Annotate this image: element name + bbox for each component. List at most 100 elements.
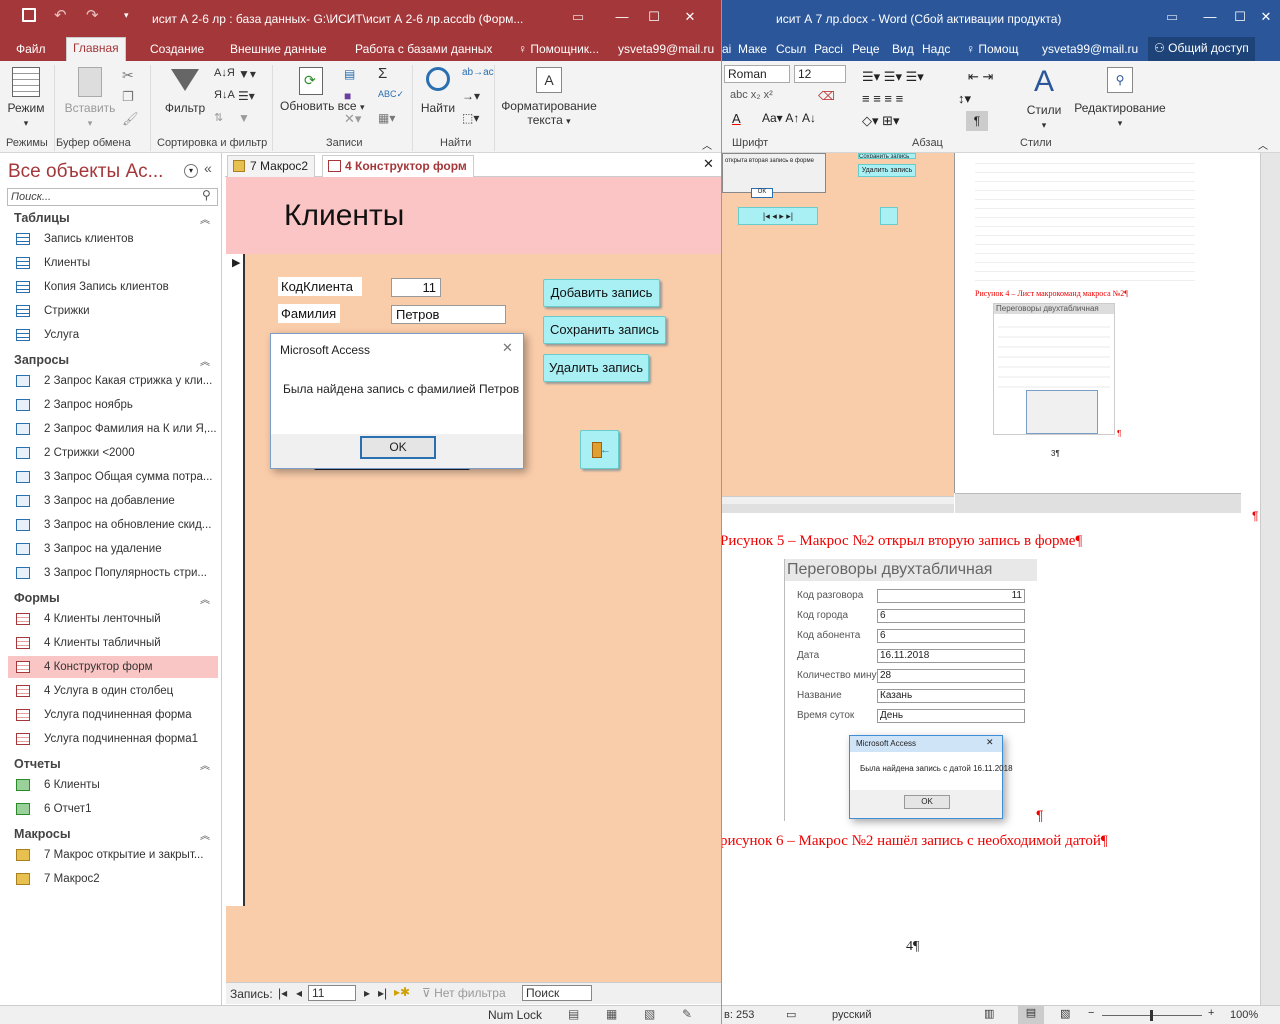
nav-item[interactable]: 3 Запрос Популярность стри...	[8, 562, 218, 584]
word-count[interactable]: в: 253	[724, 1009, 754, 1021]
nav-item[interactable]: 3 Запрос на удаление	[8, 538, 218, 560]
word-minimize-button[interactable]: —	[1198, 6, 1222, 28]
word-tab-review[interactable]: Реце	[852, 40, 880, 61]
maximize-button[interactable]: ☐	[642, 6, 666, 28]
nav-item[interactable]: Стрижки	[8, 300, 218, 322]
change-case-icon[interactable]: Aa▾ A↑ A↓	[762, 111, 816, 125]
nav-item[interactable]: 3 Запрос Общая сумма потра...	[8, 466, 218, 488]
go-to-icon[interactable]: →▾	[462, 89, 480, 103]
advanced-filter-icon[interactable]: ☰▾	[238, 89, 255, 103]
selection-filter-icon[interactable]: ▼▾	[238, 67, 256, 81]
nav-item[interactable]: 6 Отчет1	[8, 798, 218, 820]
delete-record-button[interactable]: Удалить запись	[543, 354, 649, 382]
tab-create[interactable]: Создание	[144, 40, 210, 61]
minimize-button[interactable]: —	[610, 6, 634, 28]
word-user-account[interactable]: ysveta99@mail.ru	[1042, 40, 1138, 61]
save-icon[interactable]	[22, 8, 36, 22]
totals-icon[interactable]: Σ	[378, 65, 387, 82]
word-tab-view[interactable]: Вид	[892, 40, 914, 61]
print-layout-icon[interactable]: ▤	[1018, 1006, 1044, 1024]
nav-item[interactable]: Услуга подчиненная форма	[8, 704, 218, 726]
next-record-icon[interactable]: ▸	[364, 986, 370, 1000]
nav-item[interactable]: Копия Запись клиентов	[8, 276, 218, 298]
vertical-scrollbar[interactable]	[1260, 153, 1280, 1005]
word-tab-mailings[interactable]: Рассі	[814, 40, 843, 61]
nav-item[interactable]: 4 Клиенты ленточный	[8, 608, 218, 630]
zoom-in-icon[interactable]: +	[1208, 1007, 1214, 1019]
new-record-icon[interactable]: ▤	[344, 67, 355, 81]
format-painter-icon[interactable]: 🖌	[122, 111, 139, 127]
font-name-box[interactable]: Roman	[724, 65, 790, 83]
proofing-icon[interactable]: ▭	[786, 1008, 796, 1021]
collapse-ribbon-icon[interactable]: ︿	[702, 137, 712, 152]
nav-section-form[interactable]: Формы	[14, 591, 60, 605]
dialog-ok-button[interactable]: OK	[360, 436, 436, 459]
tab-file[interactable]: Файл	[10, 40, 52, 61]
word-tab-layout[interactable]: Маке	[738, 40, 767, 61]
collapse-section-icon[interactable]: ︽	[200, 211, 210, 226]
styles-button[interactable]: A Стили ▾	[1022, 65, 1066, 131]
more-icon[interactable]: ▦▾	[378, 111, 395, 125]
nav-search-input[interactable]: Поиск...	[7, 188, 218, 206]
record-selector[interactable]: ▶	[226, 254, 245, 906]
shutter-bar-icon[interactable]: «	[204, 160, 212, 176]
redo-icon[interactable]: ↷	[86, 6, 99, 24]
nav-item[interactable]: Услуга подчиненная форма1	[8, 728, 218, 750]
bullets-icon[interactable]: ☰▾ ☰▾ ☰▾	[862, 69, 924, 85]
nav-menu-chevron-icon[interactable]: ▾	[184, 164, 198, 178]
close-button[interactable]: ✕	[678, 6, 702, 28]
close-document-icon[interactable]: ✕	[703, 156, 714, 172]
collapse-section-icon[interactable]: ︽	[200, 827, 210, 842]
close-form-button[interactable]: ←	[580, 430, 619, 469]
last-record-icon[interactable]: ▸|	[378, 986, 387, 1000]
collapse-section-icon[interactable]: ︽	[200, 591, 210, 606]
copy-icon[interactable]: ❐	[122, 89, 134, 105]
web-layout-icon[interactable]: ▧	[1060, 1007, 1070, 1020]
qat-customize-icon[interactable]: ▾	[124, 10, 129, 21]
word-collapse-ribbon-icon[interactable]: ︿	[1258, 137, 1268, 152]
language-indicator[interactable]: русский	[832, 1009, 871, 1021]
sort-ascending-icon[interactable]: A↓Я	[214, 67, 235, 79]
nav-item[interactable]: 7 Макрос открытие и закрыт...	[8, 844, 218, 866]
select-icon[interactable]: ⬚▾	[462, 111, 479, 125]
nav-item[interactable]: 2 Стрижки <2000	[8, 442, 218, 464]
replace-icon[interactable]: ab→ac	[462, 67, 494, 78]
user-account[interactable]: ysveta99@mail.ru	[612, 40, 720, 61]
save-record-button[interactable]: Сохранить запись	[543, 316, 666, 344]
clear-sort-icon[interactable]: ⇅	[214, 111, 223, 124]
record-search-input[interactable]: Поиск	[522, 985, 592, 1001]
first-record-icon[interactable]: |◂	[278, 986, 287, 1000]
nav-item[interactable]: 4 Услуга в один столбец	[8, 680, 218, 702]
word-tab-references[interactable]: Ссыл	[776, 40, 806, 61]
cut-icon[interactable]: ✂	[122, 67, 134, 84]
search-icon[interactable]: ⚲	[202, 188, 211, 202]
view-button[interactable]: Режим ▾	[6, 65, 46, 129]
read-mode-icon[interactable]: ▥	[984, 1007, 994, 1020]
nav-item[interactable]: 2 Запрос Фамилия на К или Я,...	[8, 418, 218, 440]
nav-item[interactable]: 4 Конструктор форм	[8, 656, 218, 678]
form-view-icon[interactable]: ▤	[568, 1007, 579, 1021]
tab-home[interactable]: Главная	[66, 37, 126, 61]
nav-item[interactable]: 7 Макрос2	[8, 868, 218, 890]
dialog-close-icon[interactable]: ✕	[502, 340, 513, 356]
word-maximize-button[interactable]: ☐	[1228, 6, 1252, 28]
pilcrow-icon[interactable]: ¶	[966, 111, 988, 131]
design-view-icon[interactable]: ✎	[682, 1007, 692, 1021]
zoom-out-icon[interactable]: −	[1088, 1007, 1094, 1019]
tab-external-data[interactable]: Внешние данные	[224, 40, 333, 61]
zoom-level[interactable]: 100%	[1230, 1009, 1258, 1021]
spelling-icon[interactable]: ABC✓	[378, 89, 404, 100]
delete-record-icon[interactable]: ✕▾	[344, 111, 361, 127]
nav-item[interactable]: 6 Клиенты	[8, 774, 218, 796]
toggle-filter-icon[interactable]: ▼	[238, 111, 250, 125]
collapse-section-icon[interactable]: ︽	[200, 757, 210, 772]
font-size-box[interactable]: 12	[794, 65, 846, 83]
nav-item[interactable]: Запись клиентов	[8, 228, 218, 250]
filter-button[interactable]: Фильтр	[160, 65, 210, 115]
line-spacing-icon[interactable]: ↕▾	[958, 91, 971, 107]
nav-title[interactable]: Все объекты Ac...	[8, 161, 163, 183]
save-record-icon[interactable]: ■	[344, 89, 351, 103]
editing-button[interactable]: ⚲ Редактирование ▾	[1072, 65, 1168, 129]
nav-item[interactable]: 3 Запрос на добавление	[8, 490, 218, 512]
tab-database-tools[interactable]: Работа с базами данных	[349, 40, 498, 61]
